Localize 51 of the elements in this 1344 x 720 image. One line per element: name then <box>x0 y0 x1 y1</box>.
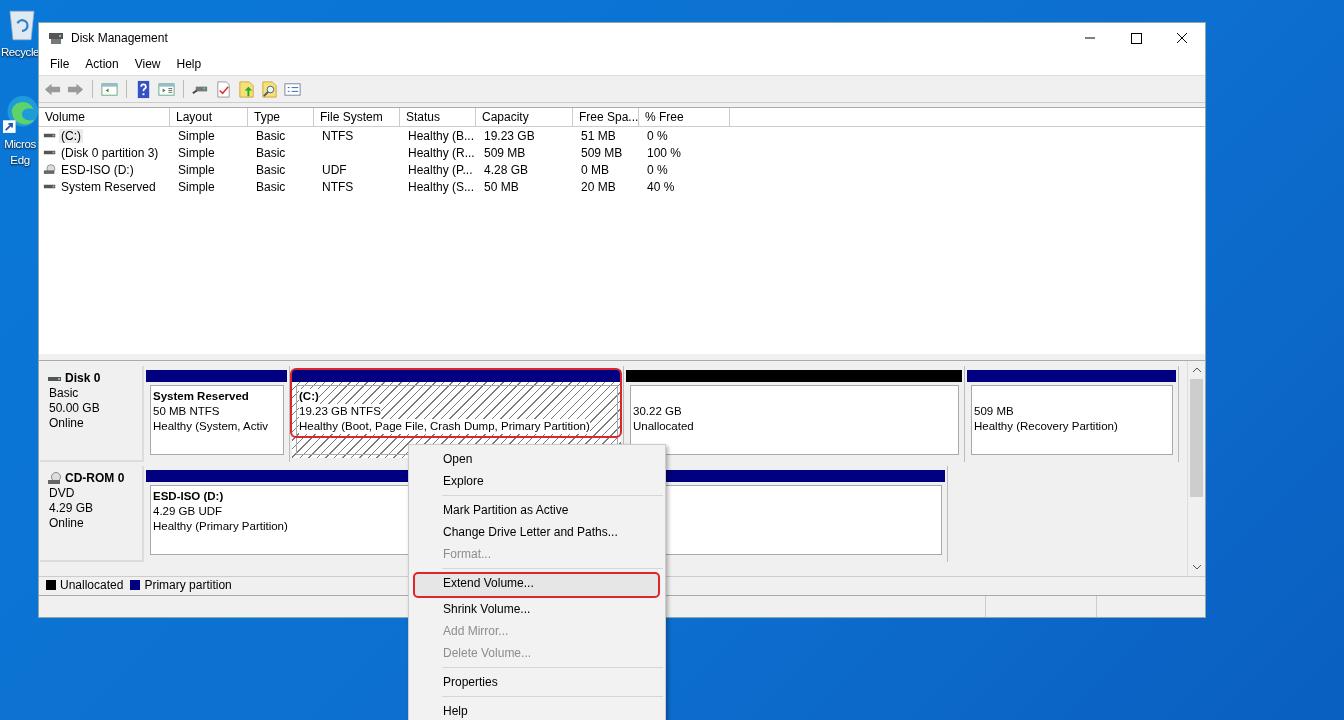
table-cell-text: Simple <box>177 179 216 194</box>
table-cell-text: Simple <box>177 145 216 160</box>
partition-status: Healthy (Recovery Partition) <box>974 419 1118 434</box>
partition-status: Healthy (Boot, Page File, Crash Dump, Primary Partition) <box>299 419 590 434</box>
disk-size: 50.00 GB <box>49 401 101 416</box>
legend-label: Unallocated <box>60 578 124 592</box>
table-cell-text: Healthy (S... <box>407 179 476 194</box>
table-cell-text: 19.23 GB <box>483 128 536 143</box>
partition-status: Healthy (System, Activ <box>153 419 269 434</box>
table-cell-text: 100 % <box>646 145 683 160</box>
table-cell-text: Healthy (P... <box>407 162 474 177</box>
partition-label: ESD-ISO (D:) <box>153 489 224 504</box>
partition-status: Unallocated <box>633 419 694 434</box>
table-cell-text: 4.28 GB <box>483 162 530 177</box>
partition-size: 19.23 GB NTFS <box>299 404 381 419</box>
legend-label: Primary partition <box>144 578 232 592</box>
table-cell-text: Healthy (R... <box>407 145 476 160</box>
table-cell-text: Healthy (B... <box>407 128 476 143</box>
disk-name: Disk 0 <box>65 371 101 386</box>
table-cell-text: Simple <box>177 162 216 177</box>
table-cell-text: NTFS <box>321 128 355 143</box>
table-cell-text: UDF <box>321 162 348 177</box>
partition-size: 50 MB NTFS <box>153 404 220 419</box>
table-cell-text: 0 % <box>646 128 669 143</box>
window-title: Disk Management <box>71 31 168 45</box>
partition-status: Healthy (Primary Partition) <box>153 519 288 534</box>
disk-status: Online <box>49 416 85 431</box>
table-cell-text: 40 % <box>646 179 676 194</box>
disk-type: Basic <box>49 386 80 401</box>
table-cell-text: 0 MB <box>580 162 610 177</box>
table-cell-text: Basic <box>255 179 287 194</box>
table-cell-text: Basic <box>255 162 287 177</box>
disk-name: CD-ROM 0 <box>65 471 125 486</box>
table-cell-text: Simple <box>177 128 216 143</box>
table-cell-text: NTFS <box>321 179 355 194</box>
partition-size: 30.22 GB <box>633 404 682 419</box>
table-cell-text: 509 MB <box>580 145 624 160</box>
table-cell-text: 0 % <box>646 162 669 177</box>
table-cell-text: Basic <box>255 128 287 143</box>
table-cell-text: 509 MB <box>483 145 527 160</box>
table-cell-text: Basic <box>255 145 287 160</box>
disk-status: Online <box>49 516 85 531</box>
disk-size: 4.29 GB <box>49 501 95 516</box>
table-cell-text: 51 MB <box>580 128 617 143</box>
table-cell-text: 50 MB <box>483 179 520 194</box>
partition-label: System Reserved <box>153 389 249 404</box>
disk-type: DVD <box>49 486 76 501</box>
table-cell-text: 20 MB <box>580 179 617 194</box>
partition-size: 4.29 GB UDF <box>153 504 223 519</box>
partition-label: (C:) <box>299 389 319 404</box>
partition-size: 509 MB <box>974 404 1014 419</box>
